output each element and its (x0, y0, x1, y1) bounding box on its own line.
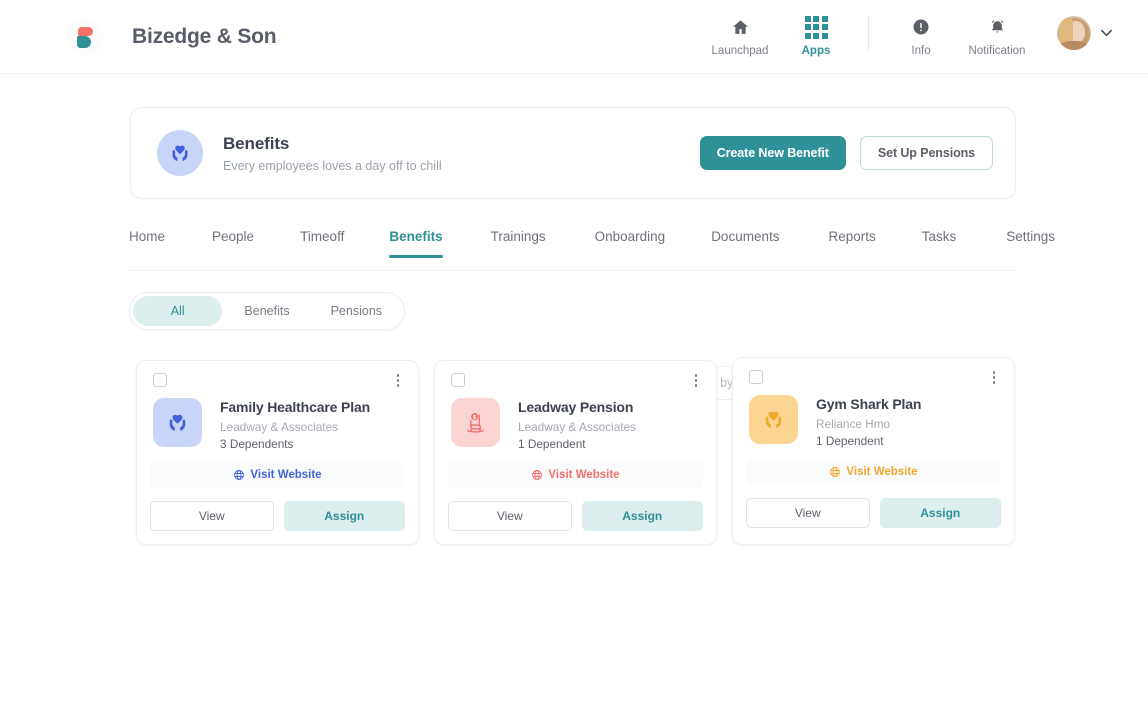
tab-onboarding[interactable]: Onboarding (595, 229, 666, 257)
avatar (1057, 16, 1091, 50)
assign-button[interactable]: Assign (283, 501, 405, 531)
page-body: Benefits Every employees loves a day off… (0, 74, 1148, 722)
benefit-dependents: 1 Dependent (816, 434, 884, 448)
brand[interactable]: Bizedge & Son (66, 17, 277, 56)
bell-icon (988, 16, 1007, 38)
view-button[interactable]: View (150, 501, 274, 531)
benefit-card-checkbox[interactable] (749, 370, 763, 384)
benefit-provider: Leadway & Associates (220, 420, 339, 434)
visit-website-link[interactable]: Visit Website (448, 462, 703, 488)
globe-icon (233, 469, 245, 481)
tab-timeoff[interactable]: Timeoff (300, 229, 344, 257)
nav-label-notification: Notification (968, 45, 1026, 57)
apps-grid-icon (804, 15, 828, 39)
visit-website-label: Visit Website (250, 469, 322, 481)
filter-pill-pensions[interactable]: Pensions (312, 296, 401, 326)
benefit-name: Leadway Pension (518, 399, 634, 415)
benefit-card: $ Leadway Pension Leadway & Associates 1 De… (434, 360, 717, 545)
benefit-card: Gym Shark Plan Reliance Hmo 1 Dependent Vis… (732, 357, 1015, 545)
benefit-dependents: 1 Dependent (518, 437, 586, 451)
home-icon (731, 16, 750, 38)
view-button[interactable]: View (746, 498, 870, 528)
benefit-card-actions: View Assign (746, 498, 1001, 528)
benefit-card-info: Family Healthcare Plan Leadway & Associat… (220, 398, 370, 451)
section-tabs: Home People Timeoff Benefits Trainings Onboar… (129, 229, 1055, 271)
tab-reports[interactable]: Reports (828, 229, 875, 257)
brand-name: Bizedge & Son (132, 24, 277, 48)
nav-label-apps: Apps (801, 45, 831, 57)
benefit-card-info: Gym Shark Plan Reliance Hmo 1 Dependent (816, 395, 921, 448)
benefit-dependents: 3 Dependents (220, 437, 294, 451)
assign-button[interactable]: Assign (581, 501, 703, 531)
hero-texts: Benefits Every employees loves a day off… (223, 134, 442, 173)
tab-people[interactable]: People (212, 229, 254, 257)
more-options-icon[interactable] (987, 370, 1001, 384)
view-button[interactable]: View (448, 501, 572, 531)
tab-documents[interactable]: Documents (711, 229, 779, 257)
chevron-down-icon (1101, 27, 1112, 39)
user-menu[interactable] (1057, 16, 1112, 50)
nav-item-info[interactable]: Info (883, 10, 959, 57)
page-subtitle: Every employees loves a day off to chill (223, 158, 442, 173)
hero-actions: Create New Benefit Set Up Pensions (699, 136, 993, 170)
create-new-benefit-button[interactable]: Create New Benefit (699, 136, 846, 170)
benefit-card-actions: View Assign (150, 501, 405, 531)
set-up-pensions-button[interactable]: Set Up Pensions (859, 136, 993, 170)
benefit-card-body: Gym Shark Plan Reliance Hmo 1 Dependent (746, 395, 1001, 448)
benefit-card-top (150, 373, 405, 391)
tab-settings[interactable]: Settings (1006, 229, 1055, 257)
benefits-header-card: Benefits Every employees loves a day off… (130, 107, 1016, 199)
benefit-card-checkbox[interactable] (451, 373, 465, 387)
benefit-card-body: Family Healthcare Plan Leadway & Associat… (150, 398, 405, 451)
visit-website-label: Visit Website (548, 469, 620, 481)
info-icon (912, 16, 930, 38)
visit-website-link[interactable]: Visit Website (150, 462, 405, 488)
nav-divider (868, 16, 869, 50)
globe-icon (829, 466, 841, 478)
rocking-chair-coin-icon: $ (451, 398, 500, 447)
benefit-card-top (746, 370, 1001, 388)
tab-tasks[interactable]: Tasks (922, 229, 957, 257)
visit-website-link[interactable]: Visit Website (746, 459, 1001, 485)
benefit-name: Gym Shark Plan (816, 396, 922, 412)
benefit-card-top (448, 373, 703, 391)
benefit-card: Family Healthcare Plan Leadway & Associat… (136, 360, 419, 545)
globe-icon (531, 469, 543, 481)
benefit-name: Family Healthcare Plan (220, 399, 370, 415)
tab-benefits[interactable]: Benefits (389, 229, 443, 258)
app-window: Bizedge & Son Launchpad Apps Info Notifi… (0, 0, 1148, 722)
nav-item-launchpad[interactable]: Launchpad (702, 10, 778, 57)
filter-pill-group: All Benefits Pensions (129, 292, 405, 330)
more-options-icon[interactable] (391, 373, 405, 387)
visit-website-label: Visit Website (846, 466, 918, 478)
heart-in-hands-icon (157, 130, 203, 176)
benefit-card-checkbox[interactable] (153, 373, 167, 387)
tab-trainings[interactable]: Trainings (491, 229, 546, 257)
nav-item-notification[interactable]: Notification (959, 10, 1035, 57)
nav-label-launchpad: Launchpad (711, 45, 769, 57)
benefit-card-body: $ Leadway Pension Leadway & Associates 1 De… (448, 398, 703, 451)
benefit-card-info: Leadway Pension Leadway & Associates 1 Dep… (518, 398, 636, 451)
bizedge-logo-icon (66, 17, 104, 56)
top-header: Bizedge & Son Launchpad Apps Info Notifi… (0, 0, 1148, 74)
assign-button[interactable]: Assign (879, 498, 1001, 528)
benefit-provider: Leadway & Associates (518, 420, 637, 434)
nav-item-apps[interactable]: Apps (778, 10, 854, 57)
benefit-card-actions: View Assign (448, 501, 703, 531)
benefit-card-list: Family Healthcare Plan Leadway & Associat… (136, 357, 1016, 545)
nav-label-info: Info (911, 45, 931, 57)
heart-in-hands-icon (749, 395, 798, 444)
page-title: Benefits (223, 133, 290, 153)
header-nav: Launchpad Apps Info Notification (702, 10, 1112, 66)
tab-home[interactable]: Home (129, 229, 165, 257)
filter-pill-all[interactable]: All (133, 296, 223, 326)
filter-pill-benefits[interactable]: Benefits (222, 296, 311, 326)
more-options-icon[interactable] (689, 373, 703, 387)
heart-in-hands-icon (153, 398, 202, 447)
benefit-provider: Reliance Hmo (816, 417, 891, 431)
